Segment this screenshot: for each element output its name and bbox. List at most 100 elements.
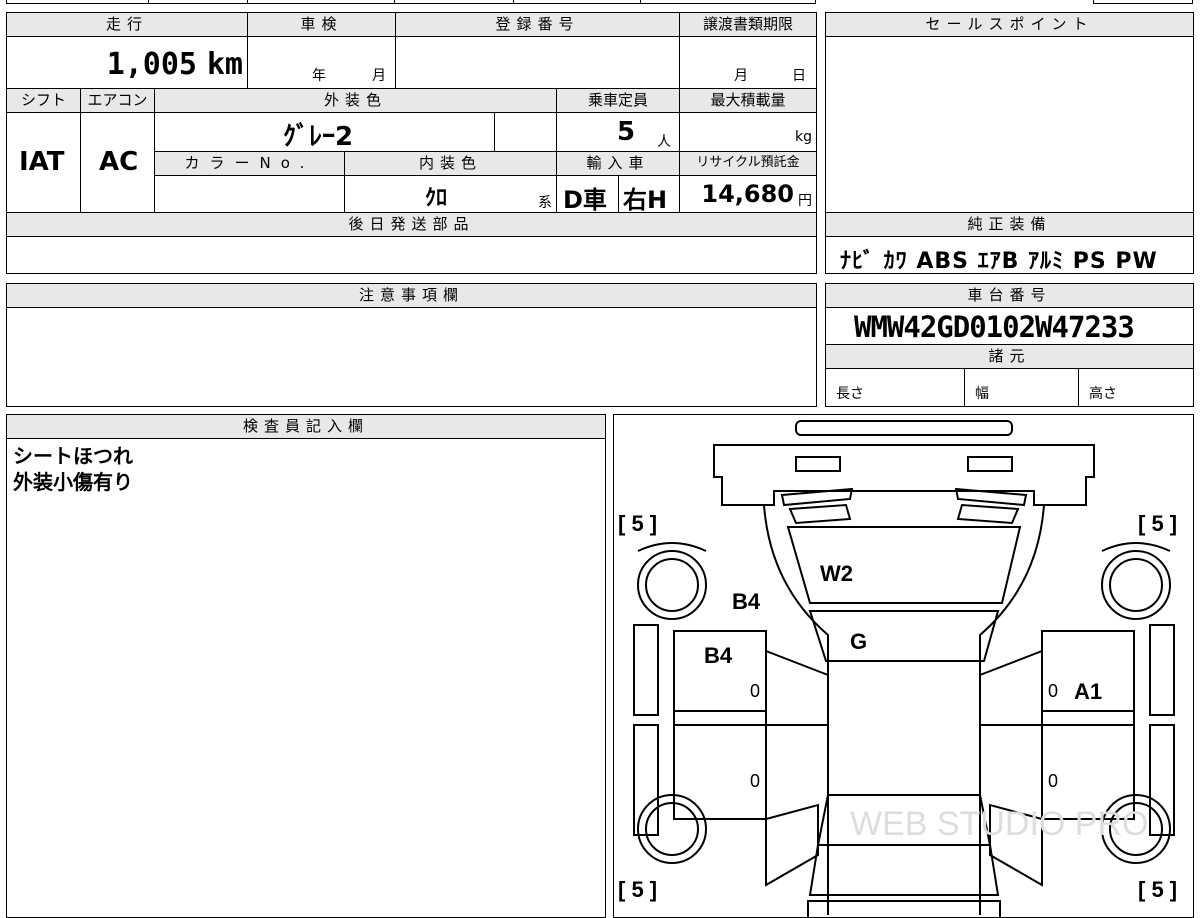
capacity-unit: 人 — [657, 134, 671, 150]
spec-length-cell: 長さ — [825, 368, 965, 407]
front-panel — [713, 444, 1095, 506]
wheel-rear-left-outer — [637, 794, 707, 864]
car-damage-diagram: WEB STUDIO PRO [ 5 ] [ 5 ] [ 5 ] [ 5 ] W… — [613, 414, 1194, 918]
aircon-value: AC — [99, 147, 139, 177]
left-rear-panel — [765, 803, 819, 887]
tire-rr-label: [ 5 ] — [1138, 877, 1177, 902]
notes-header: 注意事項欄 — [6, 283, 817, 308]
left-pillar-line — [765, 650, 829, 676]
damage-a1: A1 — [1074, 679, 1102, 704]
top-partial-cell — [394, 0, 514, 4]
top-partial-cell-right — [1093, 0, 1193, 4]
later-parts-cell — [6, 236, 817, 274]
damage-b4-door: B4 — [704, 643, 733, 668]
shaken-year-label: 年 — [312, 68, 326, 84]
zero-front-right: 0 — [1048, 681, 1058, 701]
equipment-items: ﾅﾋﾞ ｶﾜ ABS ｴｱB ｱﾙﾐ PS PW — [840, 249, 1158, 274]
damage-g: G — [850, 629, 867, 654]
exterior-color-extra-cell — [494, 112, 557, 152]
roof — [827, 660, 981, 796]
import-h-value: 右H — [623, 186, 668, 214]
watermark-text: WEB STUDIO PRO — [850, 805, 1148, 843]
arch-front-left — [637, 542, 707, 552]
shaken-month-label: 月 — [372, 68, 386, 84]
color-no-header: カラーNo. — [154, 151, 345, 176]
capacity-cell: 5 人 — [556, 112, 680, 152]
capacity-header: 乗車定員 — [556, 88, 680, 113]
max-load-header: 最大積載量 — [679, 88, 817, 113]
shaken-cell: 年 月 — [247, 36, 396, 89]
shift-value: IAT — [19, 147, 65, 177]
recycle-header: リサイクル預託金 — [679, 151, 817, 176]
shaken-header: 車検 — [247, 12, 396, 37]
recycle-unit: 円 — [798, 193, 812, 209]
wheel-front-left-inner — [645, 558, 699, 612]
registration-header: 登録番号 — [395, 12, 680, 37]
wheel-rear-left-inner — [645, 802, 699, 856]
registration-cell — [395, 36, 680, 89]
color-no-cell — [154, 175, 345, 213]
transfer-deadline-header: 譲渡書類期限 — [679, 12, 817, 37]
mileage-value: 1,005 — [106, 47, 197, 82]
transfer-deadline-cell: 月 日 — [679, 36, 817, 89]
sales-points-cell — [825, 36, 1194, 213]
damage-w2: W2 — [820, 561, 853, 586]
trunk — [808, 844, 1000, 896]
aircon-header: エアコン — [80, 88, 155, 113]
aircon-cell: AC — [80, 112, 155, 213]
import-header: 輸入車 — [556, 151, 680, 176]
top-partial-cell — [148, 0, 248, 4]
zero-front-left: 0 — [750, 681, 760, 701]
front-bumper — [795, 420, 1013, 436]
max-load-cell: kg — [679, 112, 817, 152]
notes-cell — [6, 307, 817, 407]
sales-points-header: セールスポイント — [825, 12, 1194, 37]
mileage-header: 走行 — [6, 12, 248, 37]
exterior-color-cell: ｸﾞﾚｰ2 — [154, 112, 495, 152]
spec-width-label: 幅 — [975, 386, 989, 402]
car-outline-svg: WEB STUDIO PRO [ 5 ] [ 5 ] [ 5 ] [ 5 ] W… — [618, 420, 1177, 917]
inspector-line-2: 外装小傷有り — [13, 470, 133, 494]
specs-header: 諸元 — [825, 344, 1194, 369]
import-d-cell: D車 — [556, 175, 619, 214]
tire-rl-label: [ 5 ] — [618, 877, 657, 902]
right-mirror-area — [1149, 624, 1175, 716]
left-rear-quarter — [633, 724, 659, 836]
zero-rear-right: 0 — [1048, 771, 1058, 791]
import-h-cell: 右H — [618, 175, 680, 214]
headlight-left — [788, 503, 852, 525]
inspector-cell: シートほつれ 外装小傷有り — [6, 438, 606, 918]
inspector-header: 検査員記入欄 — [6, 414, 606, 439]
shift-header: シフト — [6, 88, 81, 113]
interior-color-cell: ｸﾛ 系 — [344, 175, 557, 213]
interior-color-suffix: 系 — [538, 195, 552, 211]
zero-rear-left: 0 — [750, 771, 760, 791]
inspector-line-1: シートほつれ — [13, 444, 133, 468]
interior-color-value: ｸﾛ — [425, 186, 448, 211]
front-light-left — [795, 456, 841, 472]
chassis-header: 車台番号 — [825, 283, 1194, 308]
tire-fl-label: [ 5 ] — [618, 511, 657, 536]
wheel-front-right-outer — [1101, 550, 1171, 620]
spec-height-cell: 高さ — [1078, 368, 1194, 407]
headlight-right — [956, 503, 1020, 525]
spec-width-cell: 幅 — [964, 368, 1079, 407]
mileage-cell: 1,005 km — [6, 36, 248, 89]
recycle-cell: 14,680 円 — [679, 175, 817, 213]
arch-front-right — [1101, 542, 1171, 552]
shift-cell: IAT — [6, 112, 81, 213]
damage-b4-upper: B4 — [732, 589, 761, 614]
transfer-month-label: 月 — [734, 68, 748, 84]
wheel-front-left-outer — [637, 550, 707, 620]
right-rear-quarter — [1149, 724, 1175, 836]
max-load-unit: kg — [795, 129, 812, 145]
chassis-value: WMW42GD0102W47233 — [854, 310, 1135, 344]
left-mirror-area — [633, 624, 659, 716]
front-light-right — [967, 456, 1013, 472]
interior-color-header: 内装色 — [344, 151, 557, 176]
import-d-value: D車 — [563, 186, 607, 214]
roof-front — [808, 610, 1000, 662]
equipment-cell: ﾅﾋﾞ ｶﾜ ABS ｴｱB ｱﾙﾐ PS PW — [825, 236, 1194, 274]
later-parts-header: 後日発送部品 — [6, 212, 817, 237]
spec-length-label: 長さ — [836, 386, 864, 402]
